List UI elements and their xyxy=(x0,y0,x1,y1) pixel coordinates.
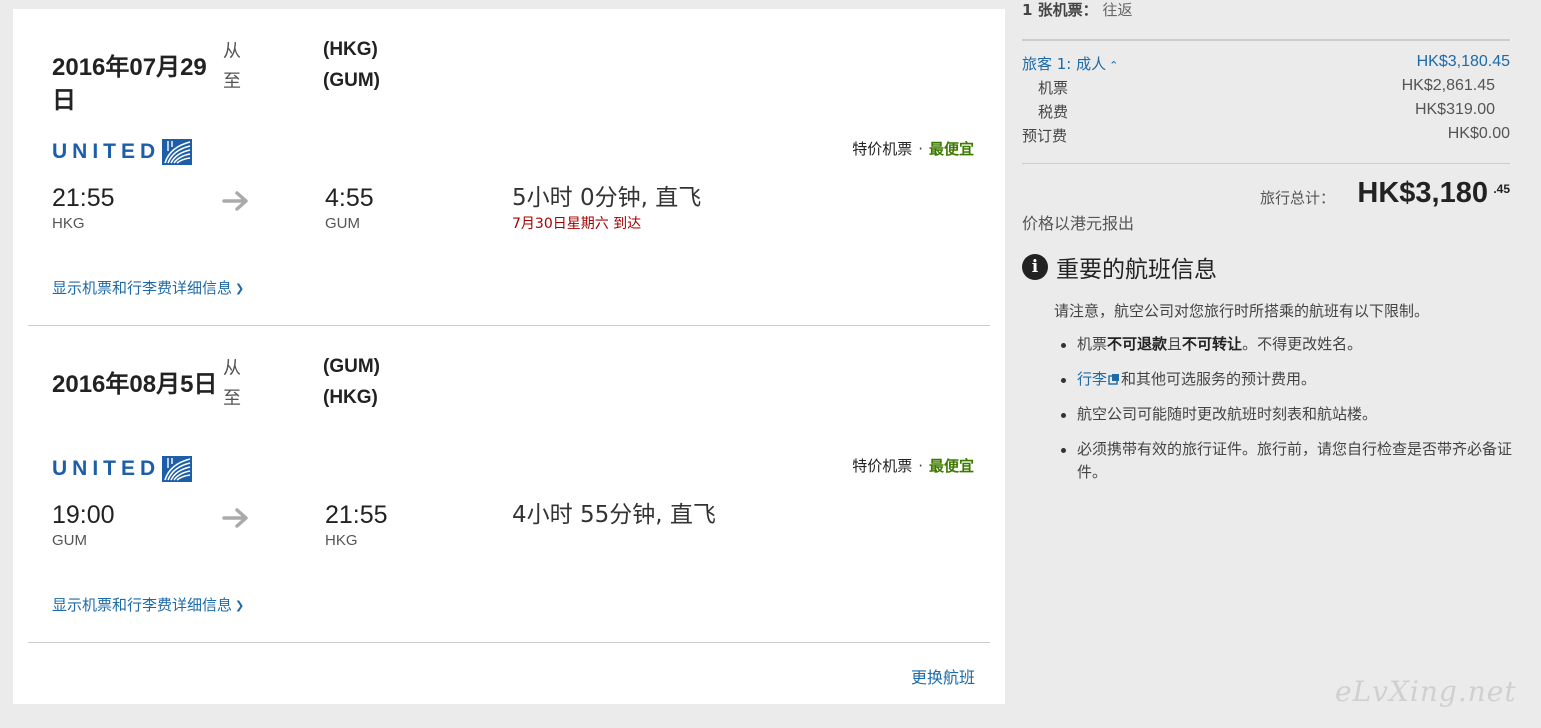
leg-date: 2016年08月5日 xyxy=(52,371,218,398)
fare-type-label: 特价机票 xyxy=(852,457,913,475)
ticket-fee-amount: HK$2,861.45 xyxy=(1401,77,1495,94)
arrival-block: 4:55 GUM xyxy=(325,183,374,234)
airline-name: UNITED xyxy=(52,140,161,163)
departure-time: 21:55 xyxy=(52,184,115,212)
important-info-header: i 重要的航班信息 xyxy=(1022,252,1217,283)
route-airports: (HKG) (GUM) xyxy=(323,34,380,96)
from-label: 从 xyxy=(223,358,241,379)
departure-block: 19:00 GUM xyxy=(52,500,115,551)
destination-code: (HKG) xyxy=(323,387,378,408)
departure-block: 21:55 HKG xyxy=(52,183,115,234)
summary-divider xyxy=(1022,163,1510,164)
origin-code: (GUM) xyxy=(323,356,380,377)
globe-icon xyxy=(162,456,193,482)
fee-row: 预订费 HK$0.00 xyxy=(1022,125,1510,147)
fare-type: 特价机票 · 最便宜 xyxy=(852,138,974,159)
origin-code: (HKG) xyxy=(323,39,378,60)
leg-divider xyxy=(28,642,990,643)
departure-airport: GUM xyxy=(52,532,87,549)
total-price: HK$3,180 xyxy=(1357,177,1488,209)
item-text: 。不得更改姓名。 xyxy=(1242,335,1363,353)
flight-duration: 5小时 0分钟, 直飞 xyxy=(512,185,702,211)
tax-amount: HK$319.00 xyxy=(1414,101,1495,118)
to-label: 至 xyxy=(223,71,241,92)
list-item: 机票不可退款且不可转让。不得更改姓名。 xyxy=(1054,333,1514,356)
from-to-labels: 从 至 xyxy=(223,354,263,414)
arrival-date-note: 7月30日星期六 到达 xyxy=(512,216,642,232)
ticket-fee-label: 机票 xyxy=(1038,79,1069,97)
ticket-count-label: 1 张机票： xyxy=(1022,1,1098,19)
booking-fee-label: 预订费 xyxy=(1022,127,1068,145)
chevron-up-icon: ⌃ xyxy=(1109,59,1119,72)
booking-fee-amount: HK$0.00 xyxy=(1447,125,1510,142)
list-item: 行李 和其他可选服务的预计费用。 xyxy=(1054,368,1514,391)
list-item: 必须携带有效的旅行证件。旅行前，请您自行检查是否带齐必备证件。 xyxy=(1054,438,1514,484)
summary-divider xyxy=(1022,39,1510,41)
chevron-down-icon: ❯︎ xyxy=(235,599,245,612)
show-details-link[interactable]: 显示机票和行李费详细信息 ❯︎ xyxy=(52,277,244,298)
total-price-cents: .45 xyxy=(1493,182,1510,196)
ticket-count: 1 张机票： 往返 xyxy=(1022,0,1132,20)
airline-logo: UNITED xyxy=(52,137,193,167)
trip-type: 往返 xyxy=(1102,1,1133,19)
currency-note: 价格以港元报出 xyxy=(1022,214,1135,233)
item-bold-text: 不可转让 xyxy=(1182,335,1243,353)
total-label: 旅行总计： xyxy=(1260,189,1336,207)
cheapest-badge: 最便宜 xyxy=(928,457,974,475)
watermark: eLvXing.net xyxy=(1335,675,1517,708)
flight-duration: 4小时 55分钟, 直飞 xyxy=(512,502,716,528)
baggage-link[interactable]: 行李 xyxy=(1077,370,1121,388)
flight-leg: 2016年07月29日 从 至 (HKG) (GUM) UNITED 特价机票 ·… xyxy=(13,9,1005,325)
arrival-time: 21:55 xyxy=(325,501,388,529)
route-airports: (GUM) (HKG) xyxy=(323,351,380,413)
important-info-title: 重要的航班信息 xyxy=(1056,257,1217,283)
from-to-labels: 从 至 xyxy=(223,37,263,97)
flight-details-card: 2016年07月29日 从 至 (HKG) (GUM) UNITED 特价机票 ·… xyxy=(13,9,1005,704)
from-label: 从 xyxy=(223,41,241,62)
traveler-row: 旅客 1: 成人 ⌃ HK$3,180.45 xyxy=(1022,53,1510,75)
cheapest-badge: 最便宜 xyxy=(928,140,974,158)
tax-label: 税费 xyxy=(1038,103,1069,121)
list-item: 航空公司可能随时更改航班时刻表和航站楼。 xyxy=(1054,403,1514,426)
show-details-label: 显示机票和行李费详细信息 xyxy=(52,279,233,297)
item-bold-text: 不可退款 xyxy=(1107,335,1168,353)
external-link-icon xyxy=(1108,374,1120,385)
important-info-list: 机票不可退款且不可转让。不得更改姓名。 行李 和其他可选服务的预计费用。 航空公司… xyxy=(1054,333,1514,496)
arrow-right-icon xyxy=(222,508,248,528)
separator-dot: · xyxy=(918,140,923,158)
info-icon: i xyxy=(1022,254,1048,280)
item-text: 机票 xyxy=(1077,335,1108,353)
separator-dot: · xyxy=(918,457,923,475)
traveler-toggle[interactable]: 旅客 1: 成人 ⌃ xyxy=(1022,53,1118,74)
flight-leg: 2016年08月5日 从 至 (GUM) (HKG) UNITED 特价机票 · 最… xyxy=(13,326,1005,642)
fee-row: 机票 HK$2,861.45 xyxy=(1022,77,1510,99)
item-text: 和其他可选服务的预计费用。 xyxy=(1121,370,1317,388)
fare-type: 特价机票 · 最便宜 xyxy=(852,455,974,476)
airline-logo: UNITED xyxy=(52,454,193,484)
airline-name: UNITED xyxy=(52,457,161,480)
baggage-link-label: 行李 xyxy=(1077,370,1108,388)
destination-code: (GUM) xyxy=(323,70,380,91)
globe-icon xyxy=(162,139,193,165)
arrival-airport: HKG xyxy=(325,532,358,549)
fee-row: 税费 HK$319.00 xyxy=(1022,101,1510,123)
arrow-right-icon xyxy=(222,191,248,211)
item-text: 且 xyxy=(1167,335,1183,353)
arrival-time: 4:55 xyxy=(325,184,374,212)
traveler-amount: HK$3,180.45 xyxy=(1416,53,1510,70)
important-info-intro: 请注意，航空公司对您旅行时所搭乘的航班有以下限制。 xyxy=(1054,302,1430,320)
fare-type-label: 特价机票 xyxy=(852,140,913,158)
departure-airport: HKG xyxy=(52,215,85,232)
show-details-label: 显示机票和行李费详细信息 xyxy=(52,596,233,614)
departure-time: 19:00 xyxy=(52,501,115,529)
traveler-label: 旅客 1: 成人 xyxy=(1022,55,1107,73)
show-details-link[interactable]: 显示机票和行李费详细信息 ❯︎ xyxy=(52,594,244,615)
arrival-block: 21:55 HKG xyxy=(325,500,388,551)
to-label: 至 xyxy=(223,388,241,409)
leg-date: 2016年07月29日 xyxy=(52,54,207,114)
change-flight-link[interactable]: 更换航班 xyxy=(911,664,975,688)
arrival-airport: GUM xyxy=(325,215,360,232)
chevron-down-icon: ❯︎ xyxy=(235,282,245,295)
